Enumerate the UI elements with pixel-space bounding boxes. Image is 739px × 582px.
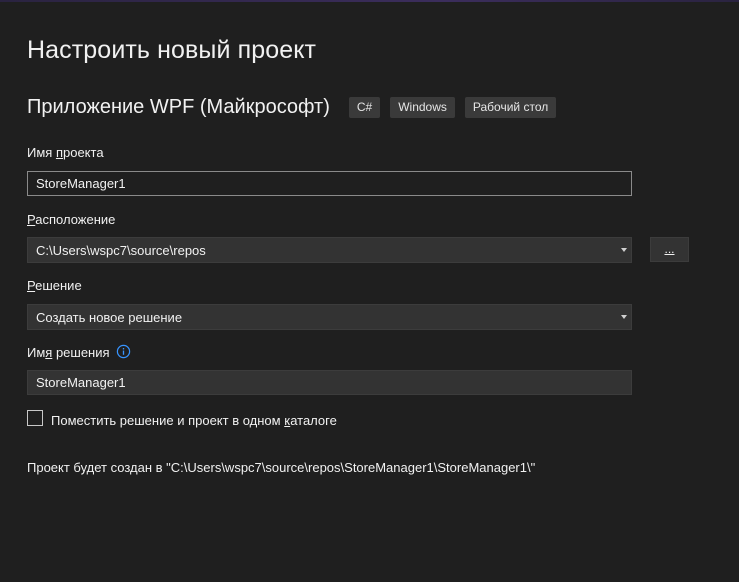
solution-label-accel: Р bbox=[27, 278, 36, 293]
project-name-label-tail: роекта bbox=[62, 145, 104, 160]
solution-name-input[interactable]: StoreManager1 bbox=[27, 370, 632, 395]
solution-name-label-head: Им bbox=[27, 345, 46, 360]
template-header: Приложение WPF (Майкрософт) C# Windows Р… bbox=[27, 96, 566, 119]
location-label: Расположение bbox=[27, 212, 115, 227]
page-title: Настроить новый проект bbox=[27, 36, 317, 64]
project-name-input[interactable]: StoreManager1 bbox=[27, 171, 632, 196]
project-name-label-head: Имя bbox=[27, 145, 56, 160]
chevron-down-icon bbox=[621, 248, 627, 252]
tag-language: C# bbox=[348, 97, 381, 118]
same-directory-label[interactable]: Поместить решение и проект в одном катал… bbox=[51, 413, 337, 428]
browse-button-label: ... bbox=[664, 242, 675, 256]
location-label-accel: Р bbox=[27, 212, 36, 227]
solution-label-tail: ешение bbox=[35, 278, 82, 293]
window-accent-bar bbox=[0, 0, 739, 2]
chevron-down-icon bbox=[621, 315, 627, 319]
location-value: C:\Users\wspc7\source\repos bbox=[36, 243, 206, 258]
tag-project-type: Рабочий стол bbox=[464, 97, 557, 118]
location-combobox[interactable]: C:\Users\wspc7\source\repos bbox=[27, 237, 632, 263]
project-path-note: Проект будет создан в "C:\Users\wspc7\so… bbox=[27, 460, 536, 475]
template-name: Приложение WPF (Майкрософт) bbox=[27, 96, 330, 118]
solution-value: Создать новое решение bbox=[36, 310, 183, 325]
project-name-label: Имя проекта bbox=[27, 145, 104, 160]
same-directory-label-head: Поместить решение и проект в одном bbox=[51, 413, 285, 428]
solution-name-label-tail: решения bbox=[52, 345, 110, 360]
info-icon[interactable] bbox=[116, 344, 131, 359]
project-name-label-accel: п bbox=[55, 145, 63, 160]
same-directory-label-tail: аталоге bbox=[290, 413, 337, 428]
browse-button[interactable]: ... bbox=[650, 237, 689, 262]
tag-platform: Windows bbox=[390, 97, 455, 118]
solution-name-label: Имя решения bbox=[27, 345, 110, 360]
location-label-tail: асположение bbox=[35, 212, 116, 227]
solution-combobox[interactable]: Создать новое решение bbox=[27, 304, 632, 330]
solution-label: Решение bbox=[27, 278, 82, 293]
same-directory-checkbox[interactable] bbox=[27, 410, 43, 426]
